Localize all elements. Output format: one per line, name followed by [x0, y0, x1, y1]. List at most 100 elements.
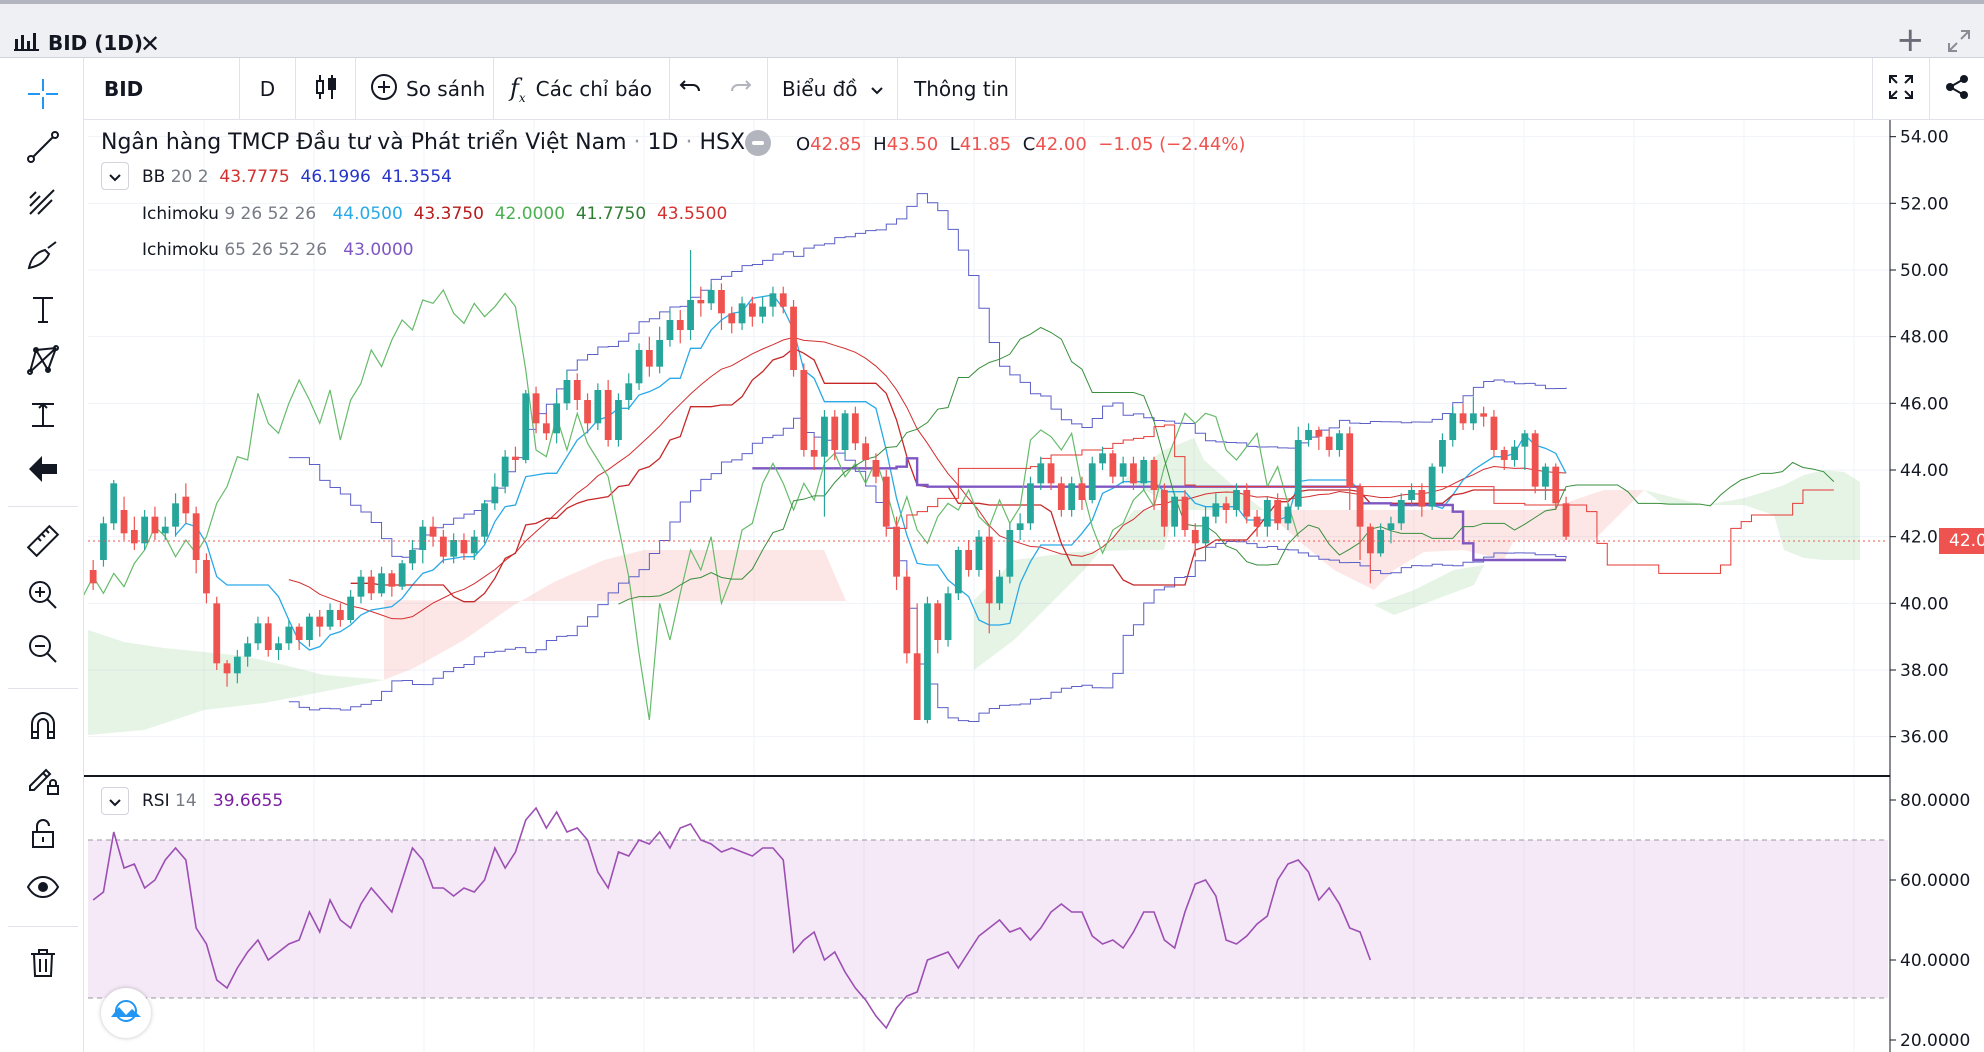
candle-body: [1191, 530, 1199, 544]
candle-body: [1057, 483, 1065, 510]
candle-body: [573, 380, 581, 400]
toolbar-divider: [8, 688, 78, 689]
candle-body: [1511, 446, 1518, 460]
unlock-button[interactable]: [22, 814, 64, 856]
candle-body: [110, 483, 118, 524]
share-button[interactable]: [1930, 58, 1984, 120]
candle-body: [100, 523, 107, 560]
rsi-tick-label: 40.0000: [1900, 951, 1970, 971]
chart-type-icon: [14, 31, 40, 55]
candle-body: [615, 400, 622, 440]
redo-button[interactable]: [712, 58, 768, 120]
price-tick-label: 52.00: [1900, 194, 1949, 214]
top-toolbar: BID D So sánh fx Các chỉ báo Biểu đồ Thô…: [84, 58, 1984, 120]
candle-body: [625, 383, 633, 400]
candle-body: [182, 496, 190, 514]
candle-body: [1459, 413, 1467, 424]
candle-body: [1521, 433, 1529, 447]
collapse-indicators-button[interactable]: [101, 162, 129, 190]
ichimoku-legend[interactable]: Ichimoku 9 26 52 26 44.0500 43.3750 42.0…: [142, 204, 727, 224]
ichimoku-base: 43.3750: [413, 204, 484, 224]
pitchfork-icon: [26, 184, 60, 222]
rsi-legend[interactable]: RSI 14 39.6655: [142, 791, 283, 811]
bb-upper: 46.1996: [300, 167, 371, 187]
symbol-search-button[interactable]: BID: [84, 58, 240, 120]
change-value: −1.05 (−2.44%): [1098, 134, 1246, 155]
trash-icon: [26, 946, 60, 984]
magnet-button[interactable]: [22, 706, 64, 748]
high-label: H: [873, 134, 887, 155]
fullscreen-button[interactable]: [1872, 58, 1930, 120]
candle-body: [1222, 503, 1230, 510]
price-axis[interactable]: 54.0052.0050.0048.0046.0044.0042.0040.00…: [1890, 128, 1949, 748]
candle-body: [203, 560, 210, 594]
indicators-button[interactable]: fx Các chỉ báo: [494, 58, 670, 120]
candle-body: [1150, 460, 1158, 490]
add-chart-button[interactable]: +: [1896, 23, 1925, 57]
candle-body: [779, 293, 787, 307]
ichimoku-2-legend[interactable]: Ichimoku 65 26 52 26 43.0000: [142, 240, 414, 260]
candle-body: [872, 460, 880, 477]
ruler-tool[interactable]: [22, 522, 64, 564]
zoom-out-button[interactable]: [22, 630, 64, 672]
candle-body: [512, 456, 519, 460]
candle-body: [1542, 466, 1549, 487]
candle-body: [172, 503, 179, 527]
visibility-button[interactable]: [22, 868, 64, 910]
price-tick-label: 54.00: [1900, 128, 1949, 148]
chart-area[interactable]: 54.00 52.00 50.00 48.00 46.00 44.00 42.00 40.00…: [84, 120, 1984, 1052]
chart-menu-button[interactable]: Biểu đồ: [768, 58, 898, 120]
chevron-down-icon: [870, 77, 884, 101]
interval-label: D: [259, 77, 276, 101]
collapse-rsi-button[interactable]: [101, 787, 129, 815]
candle-body: [1171, 496, 1179, 527]
ruler-icon: [26, 524, 60, 562]
zoom-in-button[interactable]: [22, 576, 64, 618]
trend-line-tool[interactable]: [22, 128, 64, 170]
candle-body: [1233, 490, 1240, 510]
pattern-tool[interactable]: [22, 342, 64, 384]
candle-body: [821, 416, 828, 457]
candle-body: [1490, 416, 1498, 450]
price-tick-label: 46.00: [1900, 394, 1949, 414]
candle-body: [470, 536, 478, 554]
hide-legend-button[interactable]: [745, 130, 771, 156]
rsi-axis[interactable]: 80.0000 60.0000 40.0000 20.0000: [1890, 791, 1970, 1051]
candle-body: [985, 536, 993, 604]
back-button[interactable]: [22, 450, 64, 492]
price-tick-label: 44.00: [1900, 461, 1949, 481]
candle-body: [1284, 506, 1292, 524]
candle-body: [810, 450, 818, 457]
text-tool[interactable]: [22, 290, 64, 332]
brush-tool[interactable]: [22, 236, 64, 278]
measure-tool[interactable]: [22, 396, 64, 438]
maximize-icon[interactable]: [1946, 28, 1972, 54]
candle-body: [367, 576, 375, 594]
candle-body: [1109, 453, 1117, 477]
candle-body: [213, 603, 221, 664]
lock-drawing-button[interactable]: [22, 760, 64, 802]
crosshair-tool[interactable]: [22, 75, 64, 117]
info-button[interactable]: Thông tin: [898, 58, 1016, 120]
bb-legend[interactable]: BB 20 2 43.7775 46.1996 41.3554: [142, 167, 452, 187]
candle-body: [1305, 430, 1312, 440]
candle-body: [1469, 413, 1477, 424]
interval-button[interactable]: D: [240, 58, 296, 120]
close-tab-button[interactable]: ✕: [140, 30, 160, 58]
undo-button[interactable]: [670, 58, 712, 120]
ruler-line-icon: [26, 398, 60, 436]
fib-tool[interactable]: [22, 182, 64, 224]
candle-body: [1500, 450, 1508, 460]
chart-style-button[interactable]: [296, 58, 356, 120]
indicator-lines: [84, 193, 1835, 722]
candle-body: [1356, 486, 1364, 527]
logo-button[interactable]: [101, 988, 151, 1038]
candle-body: [1274, 500, 1282, 524]
price-tick-label: 48.00: [1900, 328, 1949, 348]
candle-body: [759, 306, 767, 317]
candle-body: [409, 550, 416, 564]
delete-drawings-button[interactable]: [22, 944, 64, 986]
share-icon: [1944, 74, 1970, 105]
compare-button[interactable]: So sánh: [356, 58, 494, 120]
candle-body: [460, 540, 468, 554]
